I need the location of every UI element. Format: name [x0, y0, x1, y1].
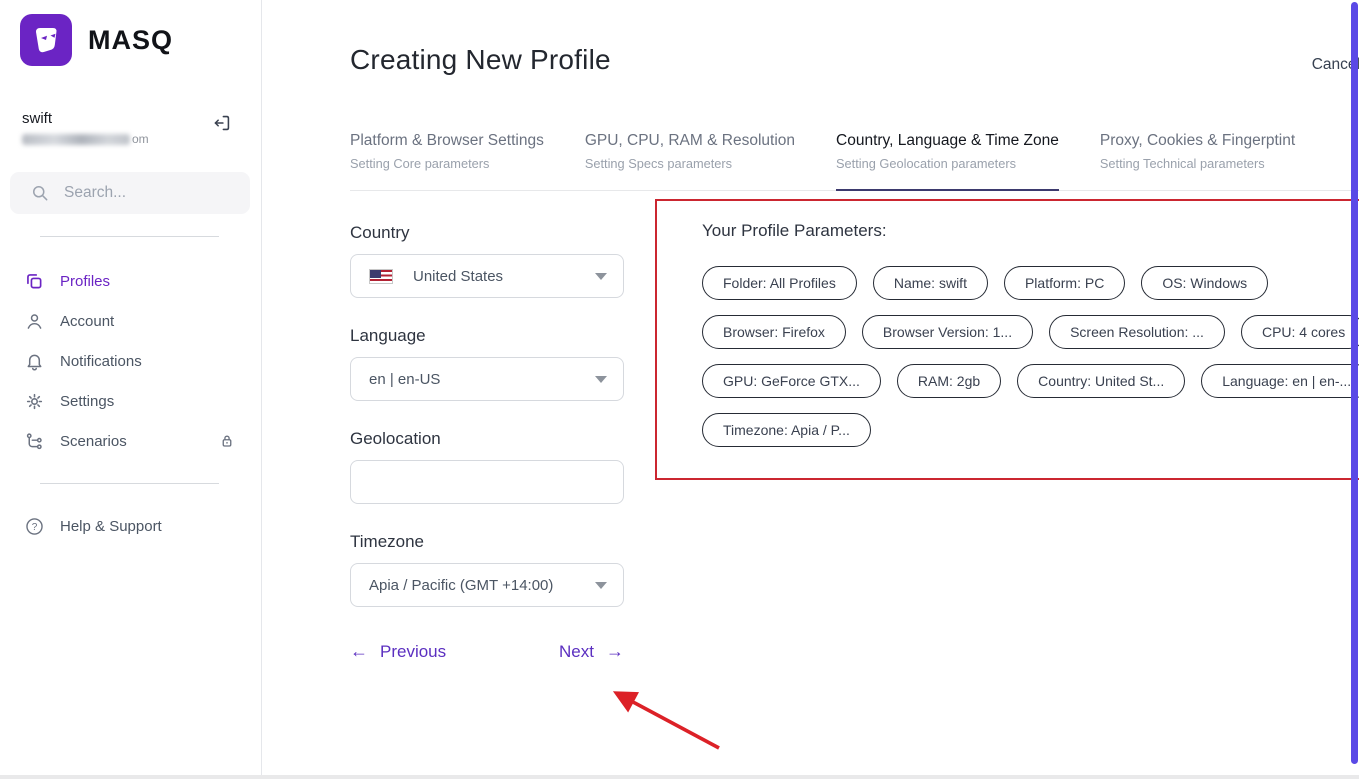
profiles-icon — [24, 271, 45, 292]
arrow-right-icon: → — [606, 641, 624, 662]
parameter-pill: Platform: PC — [1004, 266, 1125, 300]
timezone-select[interactable]: Apia / Pacific (GMT +14:00) — [350, 563, 624, 607]
logout-icon[interactable] — [211, 112, 233, 134]
parameter-pill: Language: en | en-... — [1201, 364, 1359, 398]
tab-label: GPU, CPU, RAM & Resolution — [585, 132, 795, 150]
user-email-redacted — [22, 134, 130, 145]
tab-gpu-cpu-ram[interactable]: GPU, CPU, RAM & Resolution Setting Specs… — [585, 132, 795, 190]
profile-parameters-panel: Your Profile Parameters: Folder: All Pro… — [655, 199, 1359, 480]
previous-label: Previous — [380, 642, 446, 662]
parameters-title: Your Profile Parameters: — [702, 221, 1359, 241]
arrow-left-icon: ← — [350, 641, 368, 662]
main-panel: Creating New Profile Cancel ✕ Platform &… — [262, 0, 1359, 779]
parameter-pill: OS: Windows — [1141, 266, 1268, 300]
geolocation-label: Geolocation — [350, 429, 624, 449]
sidebar-item-settings[interactable]: Settings — [0, 381, 261, 421]
svg-text:?: ? — [32, 522, 38, 533]
chevron-down-icon — [595, 582, 607, 589]
tab-sublabel: Setting Geolocation parameters — [836, 156, 1059, 171]
brand: MASQ — [0, 0, 261, 66]
parameter-pill: Country: United St... — [1017, 364, 1185, 398]
search-icon — [30, 183, 50, 203]
parameter-pill: Screen Resolution: ... — [1049, 315, 1225, 349]
sidebar-divider — [40, 483, 219, 484]
help-icon: ? — [24, 516, 45, 537]
country-select[interactable]: United States — [350, 254, 624, 298]
tab-content: Country United States Language en | en-U… — [350, 199, 1359, 662]
parameter-pill: GPU: GeForce GTX... — [702, 364, 881, 398]
search-box — [10, 172, 249, 214]
tab-sublabel: Setting Core parameters — [350, 156, 544, 171]
user-block: swift om — [22, 110, 233, 146]
tab-label: Country, Language & Time Zone — [836, 132, 1059, 150]
lock-icon — [217, 431, 237, 451]
next-label: Next — [559, 642, 594, 662]
page-title: Creating New Profile — [350, 44, 611, 76]
sidebar-item-label: Scenarios — [60, 433, 202, 450]
brand-name: MASQ — [88, 25, 173, 56]
chevron-down-icon — [595, 376, 607, 383]
language-value: en | en-US — [369, 371, 595, 388]
sidebar-footer: ? Help & Support — [0, 506, 261, 546]
timezone-label: Timezone — [350, 532, 624, 552]
tab-sublabel: Setting Technical parameters — [1100, 156, 1295, 171]
previous-button[interactable]: ← Previous — [350, 641, 446, 662]
us-flag-icon — [369, 269, 393, 284]
sidebar-item-notifications[interactable]: Notifications — [0, 341, 261, 381]
masq-logo-icon[interactable] — [20, 14, 72, 66]
window-bottom-edge — [0, 775, 1359, 779]
account-icon — [24, 311, 45, 332]
parameter-pills: Folder: All Profiles Name: swift Platfor… — [702, 266, 1359, 447]
sidebar-item-account[interactable]: Account — [0, 301, 261, 341]
user-email-suffix: om — [132, 132, 149, 146]
sidebar-item-label: Settings — [60, 393, 237, 410]
tab-country-language-timezone[interactable]: Country, Language & Time Zone Setting Ge… — [836, 132, 1059, 190]
chevron-down-icon — [595, 273, 607, 280]
timezone-value: Apia / Pacific (GMT +14:00) — [369, 577, 595, 594]
app-window: MASQ swift om — [0, 0, 1359, 779]
user-email: om — [22, 132, 149, 146]
parameter-pill: Browser: Firefox — [702, 315, 846, 349]
parameter-pill: Name: swift — [873, 266, 988, 300]
bell-icon — [24, 351, 45, 372]
sidebar-item-label: Notifications — [60, 353, 237, 370]
sidebar-item-label: Help & Support — [60, 518, 237, 535]
gear-icon — [24, 391, 45, 412]
geolocation-input[interactable] — [350, 460, 624, 504]
sidebar-item-help-support[interactable]: ? Help & Support — [0, 506, 261, 546]
tab-label: Platform & Browser Settings — [350, 132, 544, 150]
sidebar-item-scenarios[interactable]: Scenarios — [0, 421, 261, 461]
sidebar-item-profiles[interactable]: Profiles — [0, 261, 261, 301]
language-select[interactable]: en | en-US — [350, 357, 624, 401]
sidebar-item-label: Account — [60, 313, 237, 330]
sidebar-item-label: Profiles — [60, 273, 237, 290]
tab-sublabel: Setting Specs parameters — [585, 156, 795, 171]
parameter-pill: Browser Version: 1... — [862, 315, 1033, 349]
tab-label: Proxy, Cookies & Fingerptint — [1100, 132, 1295, 150]
tab-platform-browser[interactable]: Platform & Browser Settings Setting Core… — [350, 132, 544, 190]
language-label: Language — [350, 326, 624, 346]
country-label: Country — [350, 223, 624, 243]
parameter-pill: Folder: All Profiles — [702, 266, 857, 300]
page-header: Creating New Profile Cancel ✕ — [350, 44, 1359, 76]
user-name: swift — [22, 110, 149, 127]
parameter-pill: Timezone: Apia / P... — [702, 413, 871, 447]
vertical-scrollbar[interactable] — [1351, 2, 1358, 764]
wizard-steps: ← Previous Next → — [350, 641, 624, 662]
geo-form: Country United States Language en | en-U… — [350, 199, 624, 662]
sidebar: MASQ swift om — [0, 0, 262, 775]
wizard-tabs: Platform & Browser Settings Setting Core… — [350, 132, 1359, 191]
sidebar-nav: Profiles Account Notifications — [0, 261, 261, 461]
sidebar-divider — [40, 236, 219, 237]
scenarios-icon — [24, 431, 45, 452]
tab-proxy-cookies-fingerprint[interactable]: Proxy, Cookies & Fingerptint Setting Tec… — [1100, 132, 1295, 190]
parameter-pill: CPU: 4 cores — [1241, 315, 1359, 349]
country-value: United States — [413, 268, 595, 285]
parameter-pill: RAM: 2gb — [897, 364, 1001, 398]
next-button[interactable]: Next → — [559, 641, 624, 662]
